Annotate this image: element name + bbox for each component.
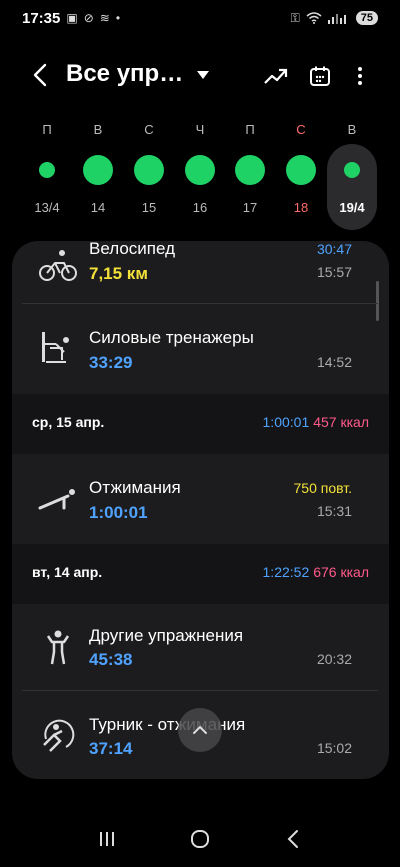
recents-icon	[99, 831, 114, 846]
day-4[interactable]: Ч 16	[175, 118, 225, 230]
day-number: 13/4	[34, 200, 60, 215]
workout-entry-cycling[interactable]: Велосипед 7,15 км 30:47 15:57	[12, 241, 389, 305]
workout-name: Другие упражнения	[89, 626, 244, 645]
workout-name: Силовые тренажеры	[89, 328, 254, 347]
workout-duration: 45:38	[89, 650, 133, 669]
workout-time: 20:32	[316, 651, 352, 667]
workout-time: 15:02	[316, 740, 352, 756]
activity-dot	[286, 155, 316, 185]
group-duration: 1:00:01	[262, 414, 310, 430]
bicycle-icon	[39, 250, 77, 281]
day-number: 14	[90, 200, 106, 215]
day-letter: В	[93, 122, 103, 137]
dropdown-caret-icon	[197, 71, 210, 79]
activity-dot	[185, 155, 215, 185]
calendar-button[interactable]	[306, 62, 334, 90]
workout-reps: 750 повт.	[293, 480, 353, 496]
day-letter: С	[296, 122, 306, 137]
workout-time: 14:52	[316, 354, 352, 370]
workout-entry-other[interactable]: Другие упражнения 45:38 20:32	[12, 604, 389, 690]
workout-duration: 33:29	[89, 353, 133, 372]
day-letter: Ч	[195, 122, 205, 137]
wifi-icon	[306, 12, 322, 24]
link-icon: ⊘	[83, 11, 94, 25]
screenshot-icon: ▣	[66, 11, 78, 25]
trend-icon	[264, 68, 288, 84]
group-duration: 1:22:52	[262, 564, 310, 580]
weight-machine-icon	[42, 332, 69, 363]
workout-duration: 30:47	[316, 241, 352, 257]
week-strip: П 13/4 В 14 С 15 Ч 16 П 17 С 18 В 19/4	[0, 118, 400, 230]
group-date: ср, 15 апр.	[32, 414, 105, 430]
workout-distance: 7,15 км	[89, 264, 148, 283]
day-letter: В	[347, 122, 357, 137]
activity-dot	[134, 155, 164, 185]
pullup-icon	[43, 719, 75, 752]
day-letter: П	[42, 122, 52, 137]
system-nav-bar	[0, 810, 400, 867]
workout-list[interactable]: Велосипед 7,15 км 30:47 15:57 Силовые тр…	[12, 241, 389, 779]
pushup-icon	[38, 489, 75, 510]
chevron-up-icon	[193, 725, 207, 734]
home-button[interactable]	[180, 819, 220, 859]
day-number: 15	[141, 200, 157, 215]
wavy-icon: ≋	[99, 11, 110, 25]
day-6[interactable]: С 18	[276, 118, 326, 230]
workout-time: 15:31	[316, 503, 352, 519]
calendar-icon	[310, 66, 330, 86]
status-time: 17:35	[22, 9, 61, 27]
battery-indicator: 75	[355, 11, 378, 25]
activity-dot	[83, 155, 113, 185]
group-kcal: 676 ккал	[313, 564, 369, 580]
workout-entry-machines[interactable]: Силовые тренажеры 33:29 14:52	[12, 304, 389, 394]
group-header-wed: ср, 15 апр. 1:00:01 457 ккал	[12, 394, 389, 454]
title-dropdown[interactable]: Все упр…	[66, 60, 210, 88]
day-1[interactable]: П 13/4	[22, 118, 72, 230]
day-7-selected[interactable]: В 19/4	[327, 118, 377, 230]
day-number: 19/4	[339, 200, 365, 215]
day-number: 16	[192, 200, 208, 215]
back-nav-button[interactable]	[273, 819, 313, 859]
group-date: вт, 14 апр.	[32, 564, 103, 580]
more-button[interactable]	[346, 62, 374, 90]
group-kcal: 457 ккал	[313, 414, 369, 430]
activity-dot	[235, 155, 265, 185]
page-title: Все упр…	[66, 60, 184, 87]
activity-dot	[39, 162, 55, 178]
workout-duration: 37:14	[89, 739, 133, 758]
back-nav-icon	[287, 829, 299, 848]
person-exercise-icon	[46, 630, 70, 665]
signal-icon	[327, 14, 346, 24]
workout-name: Отжимания	[89, 478, 181, 497]
back-icon	[33, 63, 47, 87]
group-header-tue: вт, 14 апр. 1:22:52 676 ккал	[12, 544, 389, 604]
activity-dot	[344, 162, 360, 178]
day-letter: П	[245, 122, 255, 137]
status-bar: 17:35 ▣ ⊘ ≋ • ⚿ 75	[0, 0, 400, 36]
day-5[interactable]: П 17	[225, 118, 275, 230]
workout-entry-pushups[interactable]: Отжимания 1:00:01 750 повт. 15:31	[12, 454, 389, 544]
day-number: 17	[242, 200, 258, 215]
back-button[interactable]	[28, 60, 52, 90]
day-2[interactable]: В 14	[73, 118, 123, 230]
trend-button[interactable]	[262, 62, 290, 90]
group-stats: 1:22:52 676 ккал	[263, 564, 369, 580]
app-header: Все упр…	[0, 54, 400, 98]
workout-name: Велосипед	[89, 241, 175, 258]
day-number: 18	[293, 200, 309, 215]
workout-duration: 1:00:01	[89, 503, 148, 522]
scroll-to-top-button[interactable]	[178, 708, 222, 752]
day-3[interactable]: С 15	[124, 118, 174, 230]
more-icon	[358, 67, 362, 85]
day-letter: С	[144, 122, 154, 137]
key-icon: ⚿	[290, 10, 300, 25]
workout-time: 15:57	[316, 264, 352, 280]
recents-button[interactable]	[87, 819, 127, 859]
dot-icon: •	[115, 11, 121, 25]
home-icon	[190, 829, 209, 848]
group-stats: 1:00:01 457 ккал	[263, 414, 369, 430]
